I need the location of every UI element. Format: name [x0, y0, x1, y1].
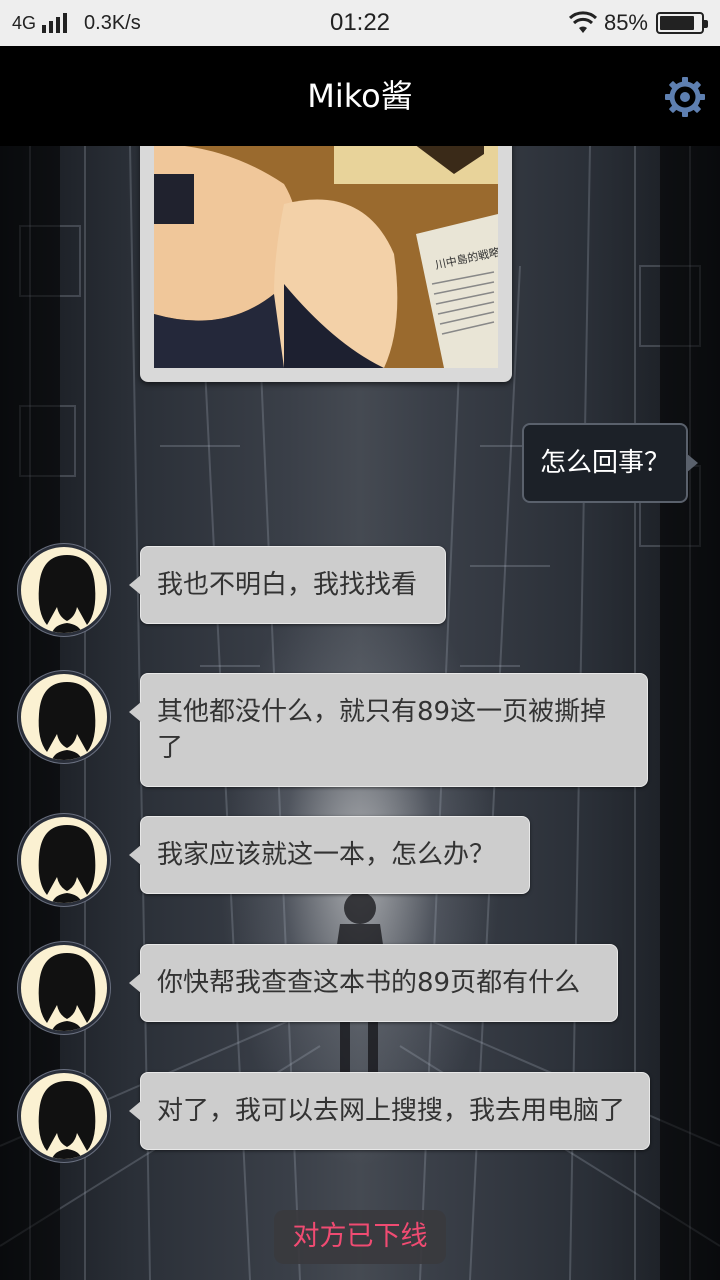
message-text: 我家应该就这一本，怎么办？ — [157, 840, 496, 870]
message-text: 你快帮我查查这本书的89页都有什么 — [157, 968, 581, 998]
battery-fill — [660, 16, 694, 30]
status-right: 85% — [568, 8, 708, 38]
photo-image: 川中島的戦略分析 — [154, 146, 498, 368]
battery-percent: 85% — [603, 10, 648, 35]
photo-illustration: 川中島的戦略分析 — [154, 146, 498, 368]
message-bubble[interactable]: 我也不明白，我找找看 — [129, 546, 446, 624]
offline-notice: 对方已下线 — [274, 1210, 446, 1264]
message-text: 我也不明白，我找找看 — [157, 570, 418, 600]
gear-icon[interactable] — [664, 76, 706, 118]
battery-icon — [656, 12, 708, 34]
avatar[interactable] — [18, 942, 110, 1034]
page-title: Miko酱 — [307, 77, 413, 115]
outgoing-message[interactable]: 怎么回事？ — [521, 423, 699, 503]
message-bubble[interactable]: 其他都没什么，就只有89这一页被撕掉了 — [129, 673, 648, 787]
status-bar: 4G 0.3K/s 01:22 85% — [0, 0, 720, 46]
message-bubble[interactable]: 对了，我可以去网上搜搜，我去用电脑了 — [129, 1072, 650, 1150]
shared-photo[interactable]: 川中島的戦略分析 — [140, 146, 512, 382]
title-bar: Miko酱 — [0, 46, 720, 146]
message-text: 其他都没什么，就只有89这一页被撕掉了 — [157, 697, 607, 763]
message-text: 对了，我可以去网上搜搜，我去用电脑了 — [157, 1096, 626, 1126]
chat-area[interactable]: 川中島的戦略分析 怎么回事？ 我也不明白，我找找看 其他都没什么，就只有89这一… — [0, 146, 720, 1280]
avatar[interactable] — [18, 671, 110, 763]
avatar[interactable] — [18, 1070, 110, 1162]
wifi-icon — [568, 11, 597, 33]
message-bubble[interactable]: 我家应该就这一本，怎么办？ — [129, 816, 530, 894]
avatar[interactable] — [18, 544, 110, 636]
avatar[interactable] — [18, 814, 110, 906]
message-text: 怎么回事？ — [539, 448, 670, 478]
message-bubble[interactable]: 你快帮我查查这本书的89页都有什么 — [129, 944, 618, 1022]
